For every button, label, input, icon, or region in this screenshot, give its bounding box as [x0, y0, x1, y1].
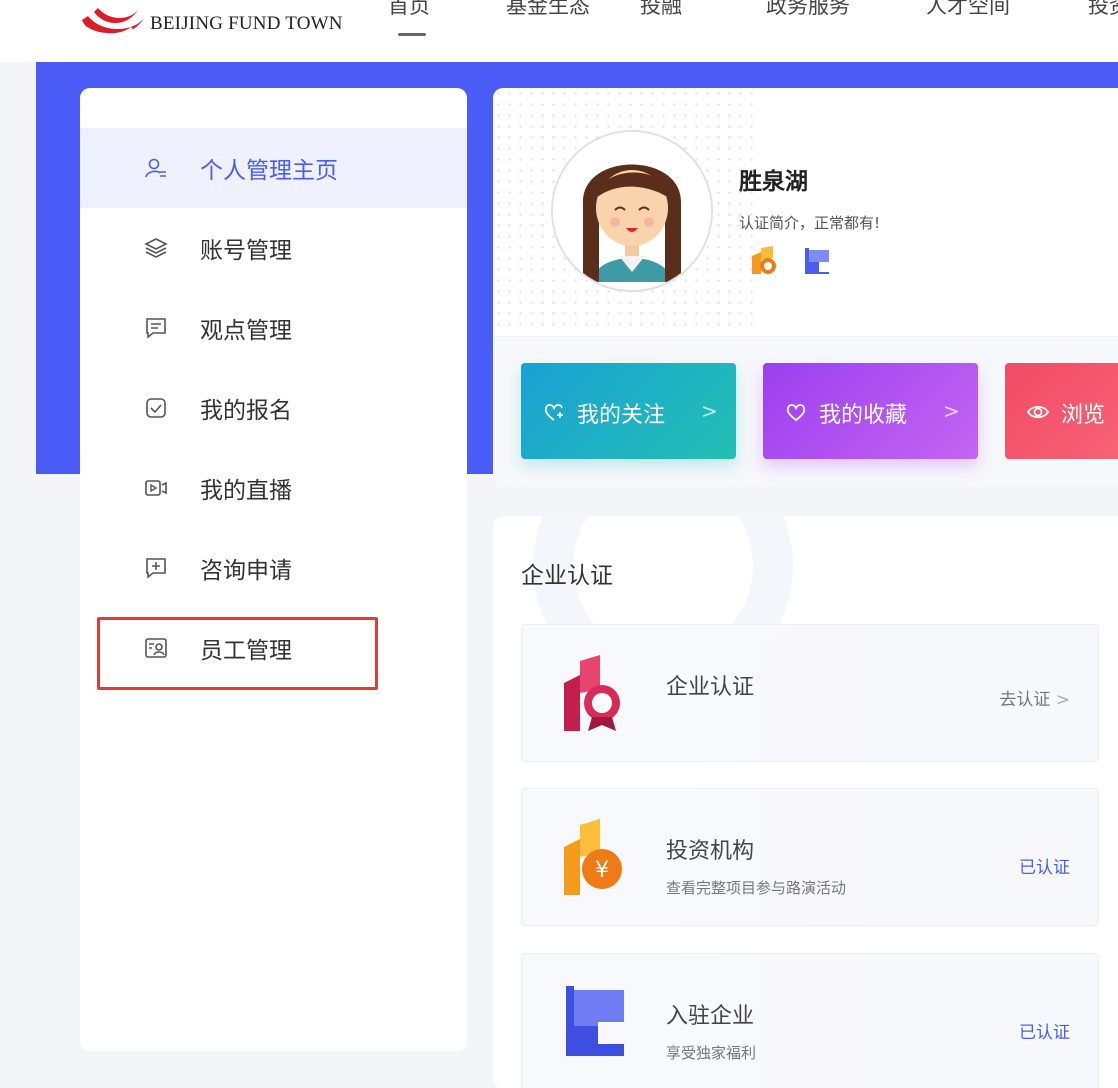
sidebar: 个人管理主页 账号管理 观点管理 我的报名 我的直播 咨询申请 员工管理 [80, 88, 467, 1051]
favorites-label: 我的收藏 [819, 403, 908, 428]
page: BEIJING FUND TOWN 首页 基金生态 投融 政务服务 人才空间 投… [0, 0, 1118, 1088]
card-title: 入驻企业 [666, 1004, 755, 1029]
nav-talent[interactable]: 人才空间 [926, 0, 1010, 20]
flag-badge-icon [805, 248, 829, 274]
sidebar-item-opinions[interactable]: 观点管理 [80, 288, 467, 368]
sidebar-item-label: 我的报名 [200, 398, 292, 424]
heart-icon [786, 404, 806, 422]
comment-icon [146, 318, 166, 339]
browse-label: 浏览 [1061, 403, 1106, 428]
sidebar-item-label: 咨询申请 [200, 558, 292, 584]
avatar[interactable] [551, 130, 713, 292]
highlight-box [97, 617, 378, 690]
status-text: 去认证 [999, 690, 1051, 710]
card-status-link[interactable]: 去认证 > [999, 685, 1070, 710]
sidebar-item-label: 账号管理 [200, 238, 292, 264]
nav-active-indicator [398, 33, 426, 36]
enterprise-badge-icon [752, 246, 776, 274]
cert-card-enterprise[interactable]: 企业认证 去认证 > [521, 624, 1099, 762]
sidebar-item-registrations[interactable]: 我的报名 [80, 368, 467, 448]
logo-mark-icon [80, 6, 146, 42]
chevron-right-icon: > [1055, 690, 1070, 710]
logo-text: BEIJING FUND TOWN [150, 13, 343, 34]
card-title: 投资机构 [666, 839, 755, 864]
sidebar-item-home[interactable]: 个人管理主页 [80, 128, 467, 208]
plus-message-icon [146, 558, 166, 579]
favorites-button[interactable]: 我的收藏 > [763, 363, 978, 459]
flag-icon [566, 986, 624, 1056]
nav-home[interactable]: 首页 [388, 0, 430, 20]
nav-fund-ecosystem[interactable]: 基金生态 [506, 0, 590, 20]
card-title: 企业认证 [666, 675, 755, 700]
sidebar-item-consult[interactable]: 咨询申请 [80, 528, 467, 608]
sidebar-item-account[interactable]: 账号管理 [80, 208, 467, 288]
eye-icon [1027, 405, 1049, 419]
browse-history-button[interactable]: 浏览 [1005, 363, 1118, 459]
nav-investment[interactable]: 投融 [640, 0, 682, 20]
video-icon [145, 480, 167, 496]
check-square-icon [146, 398, 166, 418]
investment-yen-icon: ¥ [564, 819, 622, 895]
card-subtitle: 享受独家福利 [666, 1044, 757, 1062]
top-header: BEIJING FUND TOWN 首页 基金生态 投融 政务服务 人才空间 投… [0, 0, 1118, 62]
nav-government-services[interactable]: 政务服务 [766, 0, 850, 20]
user-bio: 认证简介，正常都有! [739, 214, 881, 232]
certification-panel: 企业认证 企业认证 去认证 > ¥ 投资机构 查看完整项目参与路演活动 已认证 … [493, 516, 1118, 1088]
cert-card-settled[interactable]: 入驻企业 享受独家福利 已认证 [521, 953, 1099, 1088]
cert-card-investment[interactable]: ¥ 投资机构 查看完整项目参与路演活动 已认证 [521, 788, 1099, 926]
nav-more[interactable]: 投资 [1088, 0, 1118, 20]
profile-panel: 胜泉湖 认证简介，正常都有! 我的关注 > 我的收藏 > 浏览 [493, 88, 1118, 486]
card-status: 已认证 [1019, 1023, 1070, 1043]
enterprise-cert-icon [564, 655, 620, 731]
svg-text:¥: ¥ [595, 858, 609, 883]
sidebar-item-label: 我的直播 [200, 478, 292, 504]
section-title: 企业认证 [521, 563, 613, 589]
site-logo[interactable]: BEIJING FUND TOWN [80, 4, 343, 44]
card-status: 已认证 [1019, 858, 1070, 878]
card-subtitle: 查看完整项目参与路演活动 [666, 879, 847, 897]
follow-label: 我的关注 [577, 403, 666, 428]
layers-icon [144, 238, 168, 258]
user-icon [145, 158, 166, 178]
chevron-right-icon: > [943, 399, 960, 423]
follow-button[interactable]: 我的关注 > [521, 363, 736, 459]
sidebar-item-label: 个人管理主页 [200, 158, 338, 184]
sidebar-item-live[interactable]: 我的直播 [80, 448, 467, 528]
sidebar-item-label: 观点管理 [200, 318, 292, 344]
chevron-right-icon: > [701, 399, 718, 423]
heart-plus-icon [544, 404, 563, 421]
user-name: 胜泉湖 [739, 169, 808, 195]
